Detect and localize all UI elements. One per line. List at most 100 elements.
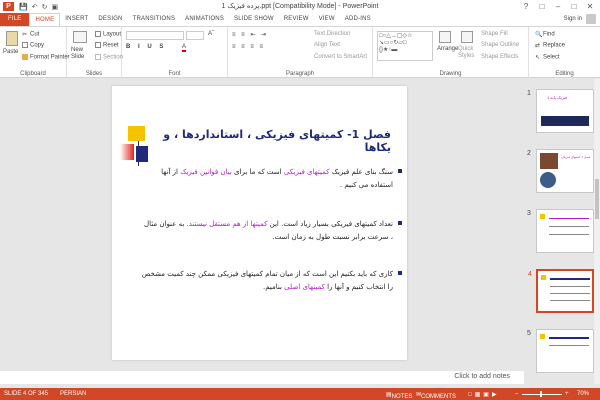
- slide-thumbnail-4[interactable]: 4: [528, 269, 594, 313]
- new-slide-button[interactable]: New Slide: [71, 47, 91, 61]
- zoom-out-icon[interactable]: –: [515, 391, 518, 397]
- font-name-box[interactable]: [126, 31, 184, 40]
- reset-button[interactable]: Reset: [95, 42, 119, 49]
- select-button[interactable]: ↖ Select: [535, 54, 560, 61]
- avatar[interactable]: [586, 14, 596, 24]
- zoom-slider[interactable]: [522, 394, 562, 395]
- zoom-slider-thumb[interactable]: [540, 391, 542, 397]
- scissors-icon: ✂: [22, 32, 28, 38]
- decor-yellow-square: [540, 214, 545, 219]
- font-color-icon[interactable]: A: [182, 44, 187, 52]
- thumbnail-line: [549, 345, 589, 346]
- decor-vertical-line: [138, 141, 139, 166]
- shape-outline-button[interactable]: Shape Outline: [481, 42, 519, 48]
- slide-canvas[interactable]: فصل 1- کمیتهای فیزیکی ، استانداردها ، و …: [112, 86, 407, 360]
- paragraph-3[interactable]: کاری که باید بکنیم این است که از میان تم…: [141, 268, 402, 294]
- maximize-icon[interactable]: □: [566, 0, 582, 13]
- close-icon[interactable]: ✕: [582, 0, 598, 13]
- language-indicator[interactable]: PERSIAN: [60, 391, 86, 397]
- font-size-box[interactable]: [186, 31, 204, 40]
- tab-home[interactable]: HOME: [29, 13, 61, 26]
- slide-thumbnails-pane: 1 فیزیک پایه 1 2 فصل 1 کمیتهای فیزیکی 3 …: [524, 79, 600, 384]
- section-button[interactable]: Section: [95, 54, 123, 61]
- drawing-group: □○△→▢◇☆ ↘▭○↻▱□ {}★↑▬ Arrange Quick Styles …: [373, 27, 529, 78]
- convert-smartart-button[interactable]: Convert to SmartArt: [314, 54, 367, 60]
- status-bar: SLIDE 4 OF 345 PERSIAN ▤ NOTES ✉ COMMENT…: [0, 388, 600, 400]
- zoom-in-icon[interactable]: +: [565, 391, 569, 397]
- notes-pane[interactable]: Click to add notes: [0, 371, 524, 384]
- thumbnail-line: [549, 218, 589, 219]
- thumbnail-image: [540, 153, 558, 169]
- tab-file[interactable]: FILE: [0, 13, 30, 26]
- help-icon[interactable]: ?: [518, 0, 534, 13]
- ribbon-tabs: FILE HOME INSERT DESIGN TRANSITIONS ANIM…: [0, 13, 600, 26]
- ribbon: Paste ✂ Cut Copy Format Painter Clipboard…: [0, 26, 600, 78]
- minimize-icon[interactable]: –: [550, 0, 566, 13]
- shape-fill-button[interactable]: Shape Fill: [481, 31, 508, 37]
- thumbnail-line: [550, 278, 590, 280]
- decor-yellow-square: [540, 334, 545, 339]
- cut-button[interactable]: ✂ Cut: [22, 31, 39, 38]
- bullet-icon: [398, 169, 402, 173]
- tab-review[interactable]: REVIEW: [279, 13, 314, 26]
- replace-button[interactable]: ⇄ Replace: [535, 42, 565, 49]
- thumbnail-image: [540, 172, 556, 188]
- section-icon: [95, 54, 101, 60]
- tab-design[interactable]: DESIGN: [93, 13, 127, 26]
- bullet-icon: [398, 221, 402, 225]
- copy-button[interactable]: Copy: [22, 42, 44, 49]
- zoom-level[interactable]: 70%: [577, 391, 589, 397]
- thumbnails-scrollbar[interactable]: [594, 79, 600, 384]
- quick-styles-icon[interactable]: [461, 31, 473, 43]
- shapes-gallery[interactable]: □○△→▢◇☆ ↘▭○↻▱□ {}★↑▬: [377, 31, 433, 61]
- thumbnail-line: [550, 300, 590, 301]
- format-painter-button[interactable]: Format Painter: [22, 54, 70, 61]
- scrollbar-thumb[interactable]: [595, 179, 599, 219]
- slide-thumbnail-5[interactable]: 5: [527, 329, 594, 373]
- notes-toggle[interactable]: ▤ NOTES: [386, 391, 412, 400]
- brush-icon: [22, 54, 28, 60]
- tab-insert[interactable]: INSERT: [60, 13, 93, 26]
- paste-icon[interactable]: [6, 31, 18, 46]
- new-slide-icon[interactable]: [73, 31, 87, 43]
- arrange-button[interactable]: Arrange: [437, 46, 458, 52]
- comments-toggle[interactable]: ✉ COMMENTS: [416, 391, 456, 400]
- quick-styles-button[interactable]: Quick Styles: [458, 46, 478, 60]
- reset-icon: [95, 42, 101, 48]
- slide-thumbnail-2[interactable]: 2 فصل 1 کمیتهای فیزیکی: [527, 149, 594, 193]
- list-buttons[interactable]: ≡ ≡ ⇤ ⇥: [232, 31, 268, 38]
- find-icon: 🔍: [535, 32, 543, 38]
- sign-in-link[interactable]: Sign in: [564, 16, 582, 22]
- slides-label: Slides: [85, 71, 103, 77]
- slide-thumbnail-3[interactable]: 3: [527, 209, 594, 253]
- align-buttons[interactable]: ≡ ≡ ≡ ≡: [232, 44, 265, 50]
- paragraph-1[interactable]: سنگ بنای علم فیزیک کمیتهای فیزیکی است که…: [141, 166, 402, 192]
- paragraph-2[interactable]: تعداد کمیتهای فیزیکی بسیار زیاد است. این…: [141, 218, 402, 244]
- notes-placeholder: Click to add notes: [454, 373, 510, 380]
- tab-view[interactable]: VIEW: [314, 13, 340, 26]
- text-direction-button[interactable]: Text Direction: [314, 31, 350, 37]
- thumbnail-line: [549, 234, 589, 235]
- slide-thumbnail-1[interactable]: 1 فیزیک پایه 1: [527, 89, 594, 133]
- tab-slide-show[interactable]: SLIDE SHOW: [229, 13, 279, 26]
- paragraph-group: ≡ ≡ ⇤ ⇥ ≡ ≡ ≡ ≡ Text Direction Align Tex…: [228, 27, 373, 78]
- slides-group: New Slide Layout Reset Section Slides: [67, 27, 123, 78]
- tab-animations[interactable]: ANIMATIONS: [180, 13, 229, 26]
- paste-button[interactable]: Paste: [3, 49, 18, 55]
- view-buttons[interactable]: □▦▣▶: [468, 391, 500, 398]
- font-group: Aˆ B I U S A Font: [122, 27, 228, 78]
- shape-effects-button[interactable]: Shape Effects: [481, 54, 518, 60]
- font-style-buttons[interactable]: B I U S: [126, 44, 166, 50]
- decor-yellow-square: [541, 275, 546, 280]
- tab-add-ins[interactable]: ADD-INS: [340, 13, 376, 26]
- ribbon-display-icon[interactable]: □: [534, 0, 550, 13]
- align-text-button[interactable]: Align Text: [314, 42, 340, 48]
- tab-transitions[interactable]: TRANSITIONS: [128, 13, 181, 26]
- slide-title[interactable]: فصل 1- کمیتهای فیزیکی ، استانداردها ، و …: [151, 128, 391, 154]
- select-icon: ↖: [535, 55, 541, 61]
- find-button[interactable]: 🔍Find: [535, 31, 555, 38]
- grow-font-icon[interactable]: Aˆ: [208, 31, 214, 37]
- thumbnail-line: [549, 337, 589, 339]
- arrange-icon[interactable]: [439, 31, 451, 43]
- layout-button[interactable]: Layout: [95, 31, 121, 38]
